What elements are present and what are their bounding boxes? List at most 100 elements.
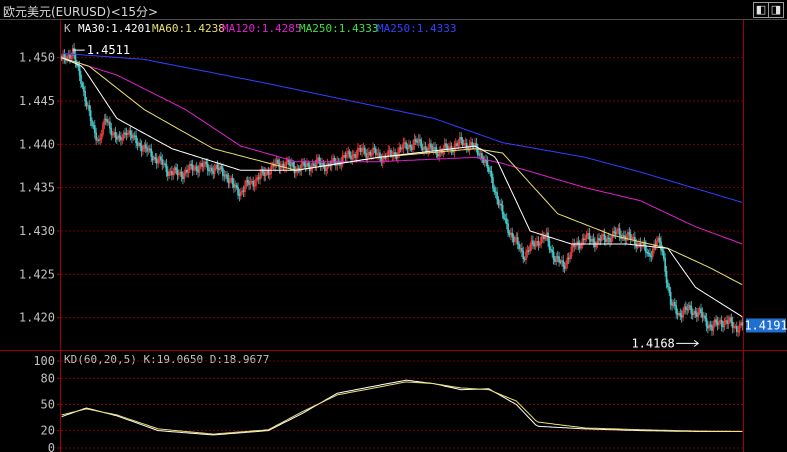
ma250-line [61,52,743,203]
candle-body [490,171,493,178]
candle-body [369,151,372,156]
candle-body [205,161,208,165]
price-chart[interactable]: 1.450 1.445 1.440 1.435 1.430 1.425 1.420 100 80… [0,0,787,452]
candle-body [277,159,279,164]
candle-body [497,198,500,206]
candle-body [599,239,602,241]
candle-body [689,305,691,307]
candle-body [171,171,173,176]
candle-body [252,180,255,187]
candle-body [206,163,209,171]
candle-body [195,166,198,171]
candle-body [700,308,702,314]
candle-body [80,75,82,84]
candle-body [680,315,683,318]
candle-body [92,125,95,127]
candle-body [419,139,421,141]
candle-body [522,251,525,259]
candle-body [155,158,158,164]
candle-body [421,147,424,151]
candle-body [507,223,509,234]
candle-body [489,171,492,173]
candle-body [543,235,545,240]
candle-body [211,167,213,172]
candle-body [607,237,610,240]
candle-body [701,312,704,318]
candle-body [85,100,88,107]
candle-body [679,312,682,316]
candle-body [292,162,295,168]
candle-body [197,170,199,173]
y-tick-label-3: 1.435 [19,181,55,195]
candle-body [430,143,432,147]
candle-body [668,286,671,293]
candle-body [319,162,322,166]
candle-body [374,148,377,155]
candle-body [73,48,75,55]
candle-body [456,143,458,147]
candle-body [481,153,483,159]
candle-body [115,136,118,140]
candle-body [552,251,555,260]
candle-body [661,249,664,252]
candle-body [125,132,128,136]
candle-body [578,244,581,249]
candle-body [594,241,596,248]
candle-body [646,251,649,254]
candle-body [559,261,562,263]
candle-body [222,168,224,176]
candle-body [289,164,292,166]
candle-body [445,143,447,147]
candle-body [735,326,738,332]
candle-body [82,86,85,92]
candle-body [709,324,712,327]
candle-body [120,137,122,141]
candle-body [150,148,153,157]
kd-tick-label-4: 0 [48,441,55,452]
candle-body [166,171,169,177]
candle-body [686,308,689,311]
candle-body [664,258,667,272]
candle-body [136,142,139,146]
candle-body [190,163,193,166]
candle-body [486,160,489,168]
candle-body [363,147,366,154]
candle-body [704,315,706,319]
candle-body [233,183,235,188]
candle-body [406,147,409,150]
candle-body [414,139,417,142]
candle-body [558,256,560,263]
kd-line-d [61,381,743,435]
candle-body [650,255,653,258]
candle-body [231,177,234,185]
candle-body [501,205,504,215]
candle-body [405,142,407,149]
candle-body [235,184,238,188]
candle-body [410,146,413,150]
candle-body [246,179,249,183]
y-tick-label-6: 1.420 [19,311,55,325]
candle-body [673,302,676,306]
candle-body [629,234,632,240]
candle-body [304,165,307,167]
kd-line-k [61,379,743,436]
candle-body [471,142,474,147]
candle-body [89,110,92,121]
candle-body [676,312,679,316]
candle-body [176,169,179,176]
candle-body [186,169,188,173]
candle-body [409,144,412,148]
candle-body [722,325,724,328]
candle-body [508,232,511,236]
candle-body [140,145,143,152]
candle-body [705,318,708,327]
candle-body [662,251,665,259]
candle-body [715,319,717,323]
candle-body [645,245,647,253]
candle-body [527,250,530,252]
candle-body [390,150,392,156]
candle-body [609,238,611,243]
candle-body [139,143,142,147]
candle-body [667,282,669,288]
candle-body [567,257,570,260]
